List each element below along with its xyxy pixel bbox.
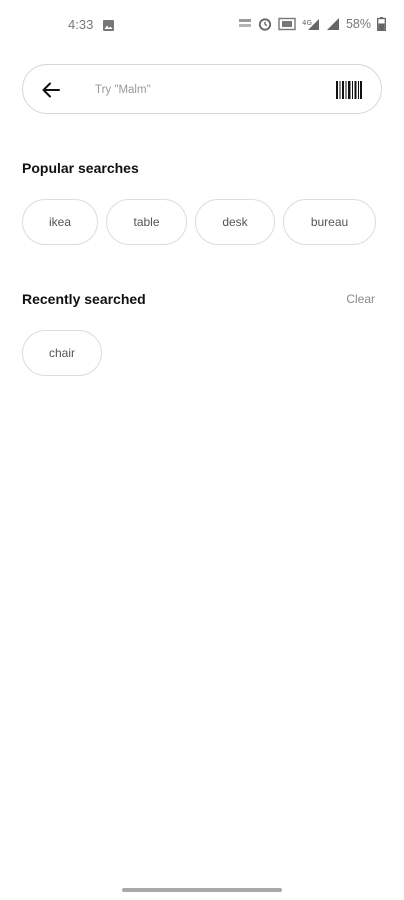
recent-searches-list: chair (22, 330, 102, 376)
battery-icon (377, 17, 386, 32)
alarm-icon (258, 17, 272, 31)
status-time: 4:33 (68, 17, 94, 32)
search-chip-table[interactable]: table (106, 199, 187, 245)
search-chip-desk[interactable]: desk (195, 199, 275, 245)
barcode-icon[interactable] (335, 80, 363, 100)
vibrate-icon (278, 17, 296, 31)
search-chip-bureau[interactable]: bureau (283, 199, 376, 245)
popular-searches-list: ikea table desk bureau (22, 199, 376, 245)
gesture-nav-bar[interactable] (122, 888, 282, 892)
image-icon (103, 18, 114, 31)
recent-chip-chair[interactable]: chair (22, 330, 102, 376)
search-bar (22, 64, 382, 114)
cell-signal-icon (326, 17, 340, 31)
clear-history-button[interactable]: Clear (346, 292, 375, 306)
nfc-icon (238, 17, 252, 31)
arrow-left-icon[interactable] (39, 78, 63, 102)
search-chip-ikea[interactable]: ikea (22, 199, 98, 245)
recently-searched-title: Recently searched (22, 291, 146, 307)
wifi-signal-icon: 4G (302, 17, 320, 31)
popular-searches-title: Popular searches (22, 160, 139, 176)
status-icons: 4G 58% (238, 15, 386, 33)
status-bar: 4:33 4G 58% (0, 0, 404, 48)
search-input[interactable] (95, 77, 325, 103)
battery-percentage: 58% (345, 17, 371, 31)
svg-text:4G: 4G (302, 19, 312, 27)
